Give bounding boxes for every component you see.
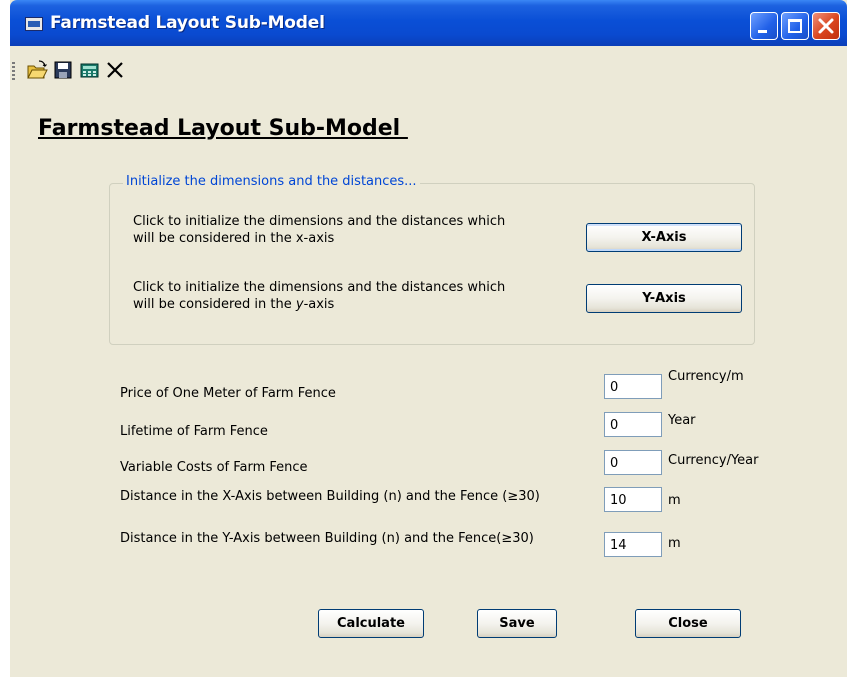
close-x-icon <box>107 62 123 78</box>
initialize-groupbox <box>109 183 755 345</box>
fence-price-label: Price of One Meter of Farm Fence <box>120 386 336 401</box>
save-button[interactable]: Save <box>477 609 557 638</box>
close-button[interactable]: Close <box>635 609 741 638</box>
y-axis-description: Click to initialize the dimensions and t… <box>133 279 553 313</box>
x-axis-description-line2: will be considered in the x-axis <box>133 231 335 246</box>
fence-price-unit: Currency/m <box>668 369 744 384</box>
save-toolbar-button[interactable] <box>52 59 74 81</box>
y-axis-button[interactable]: Y-Axis <box>586 284 742 313</box>
fence-lifetime-label: Lifetime of Farm Fence <box>120 424 268 439</box>
minimize-icon <box>758 30 767 33</box>
y-axis-description-line1: Click to initialize the dimensions and t… <box>133 280 506 295</box>
calculator-icon <box>80 63 99 78</box>
x-axis-distance-input[interactable]: 10 <box>604 487 662 512</box>
y-axis-text-post: -axis <box>303 297 335 312</box>
exit-toolbar-button[interactable] <box>104 59 126 81</box>
calculate-button[interactable]: Calculate <box>318 609 424 638</box>
y-axis-distance-input[interactable]: 14 <box>604 532 662 557</box>
maximize-icon <box>788 19 802 33</box>
x-axis-description-line1: Click to initialize the dimensions and t… <box>133 214 506 229</box>
y-axis-text-italic: y <box>295 297 304 312</box>
close-window-button[interactable] <box>812 12 840 40</box>
y-axis-text-pre: will be considered in the <box>133 297 296 312</box>
open-folder-icon <box>27 60 48 79</box>
application-window: Farmstead Layout Sub-Model Farmstead Lay… <box>10 0 847 677</box>
fence-variable-costs-unit: Currency/Year <box>668 453 759 468</box>
fence-lifetime-input[interactable]: 0 <box>604 412 662 437</box>
page-heading: Farmstead Layout Sub-Model <box>38 116 408 141</box>
x-axis-distance-label: Distance in the X-Axis between Building … <box>120 489 540 504</box>
x-axis-distance-unit: m <box>668 493 681 508</box>
maximize-button[interactable] <box>781 12 809 40</box>
toolbar-grip[interactable] <box>12 62 15 80</box>
fence-variable-costs-label: Variable Costs of Farm Fence <box>120 460 308 475</box>
minimize-button[interactable] <box>750 12 778 40</box>
open-button[interactable] <box>26 59 48 81</box>
title-bar[interactable]: Farmstead Layout Sub-Model <box>10 0 847 46</box>
calculate-toolbar-button[interactable] <box>78 59 100 81</box>
x-axis-description: Click to initialize the dimensions and t… <box>133 213 553 247</box>
fence-price-input[interactable]: 0 <box>604 374 662 399</box>
groupbox-legend: Initialize the dimensions and the distan… <box>123 174 420 189</box>
app-icon[interactable] <box>25 17 43 31</box>
y-axis-distance-label: Distance in the Y-Axis between Building … <box>120 531 534 546</box>
close-icon <box>818 18 834 34</box>
y-axis-distance-unit: m <box>668 536 681 551</box>
toolbar <box>10 56 847 86</box>
save-disk-icon <box>54 61 72 79</box>
fence-lifetime-unit: Year <box>668 413 696 428</box>
y-axis-description-line2: will be considered in the y-axis <box>133 296 553 313</box>
x-axis-button[interactable]: X-Axis <box>586 223 742 252</box>
window-title: Farmstead Layout Sub-Model <box>50 13 325 33</box>
fence-variable-costs-input[interactable]: 0 <box>604 450 662 475</box>
